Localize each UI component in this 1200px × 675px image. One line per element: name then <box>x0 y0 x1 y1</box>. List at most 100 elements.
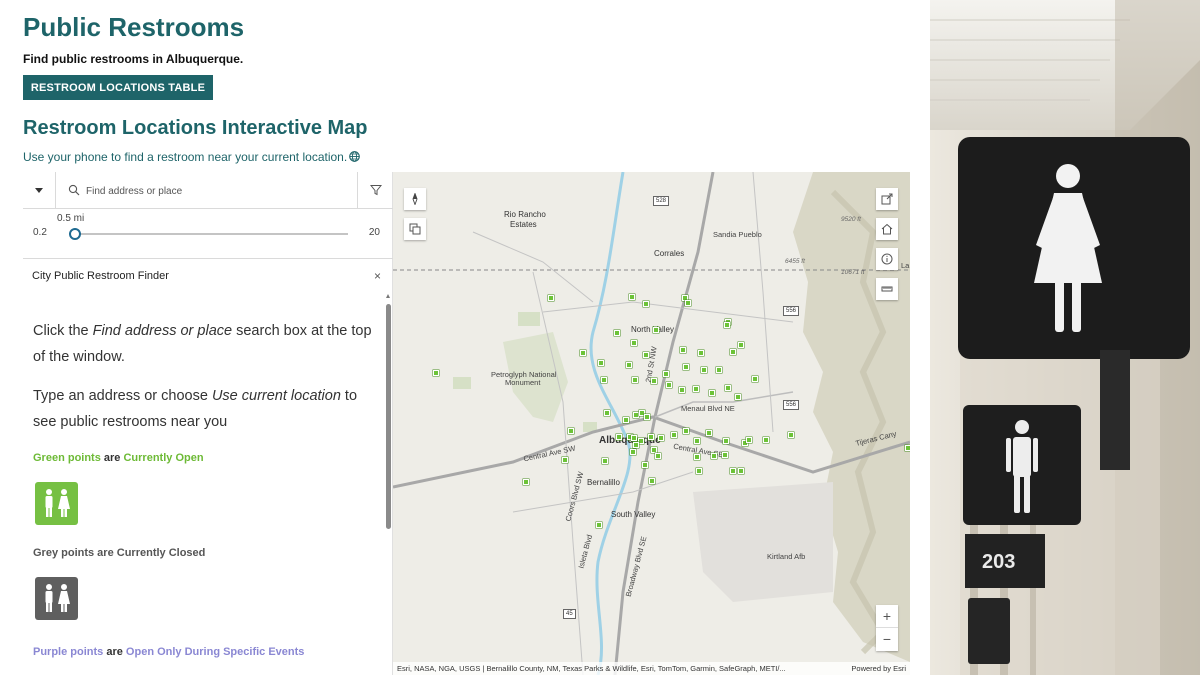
restroom-locations-table-button[interactable]: RESTROOM LOCATIONS TABLE <box>23 75 213 100</box>
measure-button[interactable] <box>876 278 898 300</box>
restroom-point-open[interactable] <box>648 434 654 440</box>
restroom-point-open[interactable] <box>663 371 669 377</box>
restroom-point-open[interactable] <box>701 367 707 373</box>
restroom-point-open[interactable] <box>730 349 736 355</box>
restroom-point-open[interactable] <box>548 295 554 301</box>
restroom-point-open[interactable] <box>630 449 636 455</box>
restroom-point-open[interactable] <box>631 340 637 346</box>
restroom-point-open[interactable] <box>644 414 650 420</box>
basemap-toggle-button[interactable] <box>404 218 426 240</box>
restroom-point-open[interactable] <box>735 394 741 400</box>
restroom-point-open[interactable] <box>653 327 659 333</box>
restroom-point-open[interactable] <box>666 382 672 388</box>
restroom-point-open[interactable] <box>598 360 604 366</box>
restroom-point-open[interactable] <box>694 454 700 460</box>
finder-title: City Public Restroom Finder <box>32 270 169 282</box>
close-icon[interactable]: × <box>374 269 381 283</box>
restroom-point-open[interactable] <box>711 453 717 459</box>
restroom-point-open[interactable] <box>679 387 685 393</box>
page-title: Public Restrooms <box>23 12 245 42</box>
legend-purple: Purple points are Open Only During Speci… <box>33 646 304 658</box>
closed-restroom-icon <box>35 577 78 620</box>
legend-purple-a: Purple points <box>33 646 104 658</box>
restroom-point-open[interactable] <box>601 377 607 383</box>
restroom-point-open[interactable] <box>623 417 629 423</box>
restroom-point-open[interactable] <box>746 437 752 443</box>
restroom-point-open[interactable] <box>655 453 661 459</box>
restroom-point-open[interactable] <box>763 437 769 443</box>
restroom-point-open[interactable] <box>629 294 635 300</box>
legend-green-b: Currently Open <box>123 452 204 464</box>
search-source-dropdown[interactable] <box>23 172 56 209</box>
search-input[interactable] <box>86 180 351 202</box>
instruction-step-2: Type an address or choose Use current lo… <box>33 383 378 435</box>
legend-green-a: Green points <box>33 452 101 464</box>
home-button[interactable] <box>876 218 898 240</box>
restroom-point-open[interactable] <box>658 435 664 441</box>
zoom-controls: + − <box>876 605 898 651</box>
restroom-point-open[interactable] <box>649 478 655 484</box>
zoom-in-button[interactable]: + <box>876 605 898 628</box>
restroom-point-open[interactable] <box>685 300 691 306</box>
restroom-point-open[interactable] <box>723 438 729 444</box>
restroom-point-open[interactable] <box>725 385 731 391</box>
restroom-point-open[interactable] <box>698 350 704 356</box>
restroom-point-open[interactable] <box>671 432 677 438</box>
restroom-point-open[interactable] <box>752 376 758 382</box>
interactive-map[interactable]: Rio Rancho Estates Corrales Sandia Puebl… <box>393 172 910 675</box>
restroom-point-open[interactable] <box>722 452 728 458</box>
restroom-point-open[interactable] <box>738 468 744 474</box>
restroom-point-open[interactable] <box>730 468 736 474</box>
restroom-point-open[interactable] <box>626 362 632 368</box>
restroom-point-open[interactable] <box>433 370 439 376</box>
restroom-point-open[interactable] <box>523 479 529 485</box>
scroll-up-icon[interactable] <box>386 294 390 298</box>
distance-slider-area: 0.5 mi 0.2 20 <box>23 209 393 259</box>
restroom-point-open[interactable] <box>568 428 574 434</box>
map-label-bernalillo: Bernalillo <box>587 478 620 487</box>
restroom-point-open[interactable] <box>602 458 608 464</box>
restroom-point-open[interactable] <box>604 410 610 416</box>
restroom-point-open[interactable] <box>694 438 700 444</box>
route-shield-556-north: 556 <box>783 306 800 316</box>
finder-scrollbar-thumb[interactable] <box>386 304 391 529</box>
compass-button[interactable] <box>404 188 426 210</box>
instruction-step-2-a: Type an address or choose <box>33 388 212 404</box>
restroom-point-open[interactable] <box>643 352 649 358</box>
finder-scrollbar[interactable] <box>386 294 391 675</box>
share-button[interactable] <box>876 188 898 210</box>
restroom-point-open[interactable] <box>631 435 637 441</box>
map-label-sandia-pueblo: Sandia Pueblo <box>713 230 762 239</box>
restroom-point-open[interactable] <box>633 442 639 448</box>
restroom-point-open[interactable] <box>632 377 638 383</box>
restroom-point-open[interactable] <box>580 350 586 356</box>
zoom-out-button[interactable]: − <box>876 628 898 651</box>
map-intro: Use your phone to find a restroom near y… <box>23 150 360 164</box>
powered-by-esri[interactable]: Powered by Esri <box>851 662 906 675</box>
restroom-point-open[interactable] <box>614 330 620 336</box>
restroom-point-open[interactable] <box>642 462 648 468</box>
restroom-point-open[interactable] <box>738 342 744 348</box>
restroom-point-open[interactable] <box>680 347 686 353</box>
restroom-point-open[interactable] <box>562 457 568 463</box>
restroom-point-open[interactable] <box>616 434 622 440</box>
distance-slider-track[interactable] <box>70 233 348 235</box>
restroom-point-open[interactable] <box>696 468 702 474</box>
restroom-point-open[interactable] <box>709 390 715 396</box>
restroom-point-open[interactable] <box>788 432 794 438</box>
restroom-point-open[interactable] <box>724 322 730 328</box>
restroom-point-open[interactable] <box>706 430 712 436</box>
restroom-point-open[interactable] <box>716 367 722 373</box>
restroom-point-open[interactable] <box>651 378 657 384</box>
restroom-point-open[interactable] <box>596 522 602 528</box>
distance-slider-thumb[interactable] <box>69 228 82 240</box>
map-label-elevation-1: 9520 ft <box>841 216 861 223</box>
map-label-menaul: Menaul Blvd NE <box>681 404 735 413</box>
restroom-point-open[interactable] <box>693 386 699 392</box>
restroom-point-open[interactable] <box>683 428 689 434</box>
filter-button[interactable] <box>357 172 393 209</box>
info-button[interactable] <box>876 248 898 270</box>
restroom-point-open[interactable] <box>905 445 910 451</box>
restroom-point-open[interactable] <box>683 364 689 370</box>
restroom-point-open[interactable] <box>643 301 649 307</box>
